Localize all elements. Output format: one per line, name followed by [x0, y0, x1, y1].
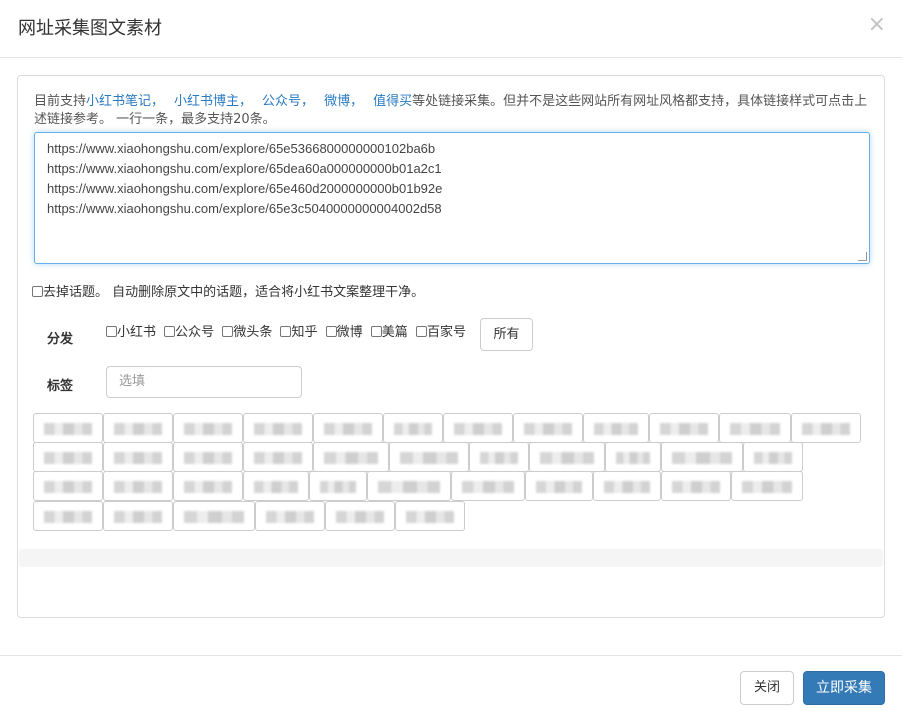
tag-chip[interactable] — [605, 442, 661, 472]
tag-chip[interactable] — [103, 413, 173, 443]
tag-chip[interactable] — [367, 471, 451, 501]
tags-input[interactable]: 选填 — [106, 366, 302, 398]
distribute-option-baijiahao[interactable]: 百家号 — [415, 325, 466, 340]
checkbox[interactable] — [280, 326, 292, 337]
tag-chip[interactable] — [791, 413, 861, 443]
info-prefix: 目前支持 — [34, 94, 87, 109]
distribute-option-meipian[interactable]: 美篇 — [370, 325, 408, 340]
modal-title: 网址采集图文素材 — [18, 18, 162, 39]
url-line: https://www.xiaohongshu.com/explore/65e5… — [47, 141, 436, 156]
remove-topic-label: 去掉话题。 自动删除原文中的话题，适合将小红书文案整理干净。 — [43, 285, 425, 300]
content-panel: 目前支持小红书笔记， 小红书博主， 公众号， 微博， 值得买等处链接采集。但并不是这些网… — [17, 75, 885, 618]
tag-chip[interactable] — [731, 471, 803, 501]
tag-chip[interactable] — [243, 413, 313, 443]
close-icon[interactable]: × — [868, 14, 886, 36]
tag-chip[interactable] — [513, 413, 583, 443]
link-smzdm[interactable]: 值得买 — [373, 94, 412, 109]
url-line: https://www.xiaohongshu.com/explore/65e4… — [47, 181, 443, 196]
tag-chip[interactable] — [325, 501, 395, 531]
tag-chip[interactable] — [469, 442, 529, 472]
tag-chip[interactable] — [451, 471, 525, 501]
tag-chip[interactable] — [389, 442, 469, 472]
tag-chip[interactable] — [173, 442, 243, 472]
tag-chip[interactable] — [583, 413, 649, 443]
remove-topic-checkbox[interactable] — [32, 286, 43, 297]
tag-chip[interactable] — [103, 442, 173, 472]
tag-chip[interactable] — [593, 471, 661, 501]
checkbox[interactable] — [415, 326, 427, 337]
tag-chip[interactable] — [395, 501, 465, 531]
checkbox[interactable] — [370, 326, 382, 337]
checkbox[interactable] — [164, 326, 176, 337]
tag-chip[interactable] — [243, 442, 313, 472]
resize-handle-icon[interactable] — [858, 252, 867, 261]
tag-chip[interactable] — [103, 471, 173, 501]
tag-chip[interactable] — [309, 471, 367, 501]
checkbox[interactable] — [325, 326, 337, 337]
tag-chip[interactable] — [33, 442, 103, 472]
link-weibo[interactable]: 微博， — [324, 94, 363, 109]
tag-chip[interactable] — [255, 501, 325, 531]
tag-chip[interactable] — [313, 442, 389, 472]
tag-chip[interactable] — [243, 471, 309, 501]
tag-chip[interactable] — [33, 413, 103, 443]
tag-chip[interactable] — [173, 501, 255, 531]
remove-topic-option[interactable]: 去掉话题。 自动删除原文中的话题，适合将小红书文案整理干净。 — [32, 284, 424, 302]
distribute-option-weitoutiao[interactable]: 微头条 — [222, 325, 272, 340]
distribute-label: 分发 — [47, 332, 74, 347]
tag-chip[interactable] — [383, 413, 443, 443]
distribute-options: 小红书 公众号 微头条 知乎 微博 美篇 百家号 — [106, 325, 470, 341]
link-xhs-note[interactable]: 小红书笔记， — [86, 94, 164, 109]
tag-chip[interactable] — [443, 413, 513, 443]
support-info: 目前支持小红书笔记， 小红书博主， 公众号， 微博， 值得买等处链接采集。但并不是这些网… — [34, 93, 874, 129]
distribute-option-weibo[interactable]: 微博 — [325, 325, 363, 340]
link-xhs-blogger[interactable]: 小红书博主， — [174, 94, 252, 109]
tag-chip[interactable] — [649, 413, 719, 443]
checkbox[interactable] — [106, 326, 117, 337]
tag-chip[interactable] — [719, 413, 791, 443]
modal-header: 网址采集图文素材 × — [0, 0, 902, 58]
tags-label: 标签 — [47, 379, 74, 394]
select-all-button[interactable]: 所有 — [480, 318, 533, 351]
tag-chip[interactable] — [525, 471, 593, 501]
tag-chip[interactable] — [173, 471, 243, 501]
checkbox[interactable] — [222, 326, 234, 337]
start-collect-button[interactable]: 立即采集 — [803, 671, 885, 705]
tag-chip[interactable] — [661, 471, 731, 501]
tag-chip[interactable] — [529, 442, 605, 472]
collect-modal: 网址采集图文素材 × 目前支持小红书笔记， 小红书博主， 公众号， 微博， 值得买等处链… — [0, 0, 902, 722]
distribute-option-zhihu[interactable]: 知乎 — [280, 325, 317, 340]
tag-chip[interactable] — [103, 501, 173, 531]
tag-chip[interactable] — [313, 413, 383, 443]
tag-chip[interactable] — [173, 413, 243, 443]
tag-chip[interactable] — [743, 442, 803, 472]
tag-chip[interactable] — [33, 471, 103, 501]
tag-chip[interactable] — [661, 442, 743, 472]
link-wechat-official[interactable]: 公众号， — [262, 94, 314, 109]
url-line: https://www.xiaohongshu.com/explore/65de… — [47, 161, 442, 176]
url-textarea[interactable]: https://www.xiaohongshu.com/explore/65e5… — [34, 132, 870, 264]
progress-bar — [19, 549, 883, 567]
url-line: https://www.xiaohongshu.com/explore/65e3… — [47, 201, 442, 216]
distribute-option-gongzhonghao[interactable]: 公众号 — [164, 325, 214, 340]
modal-footer: 关闭 立即采集 — [0, 655, 902, 722]
distribute-option-xiaohongshu[interactable]: 小红书 — [106, 325, 156, 340]
tag-chip[interactable] — [33, 501, 103, 531]
close-button[interactable]: 关闭 — [740, 671, 794, 705]
